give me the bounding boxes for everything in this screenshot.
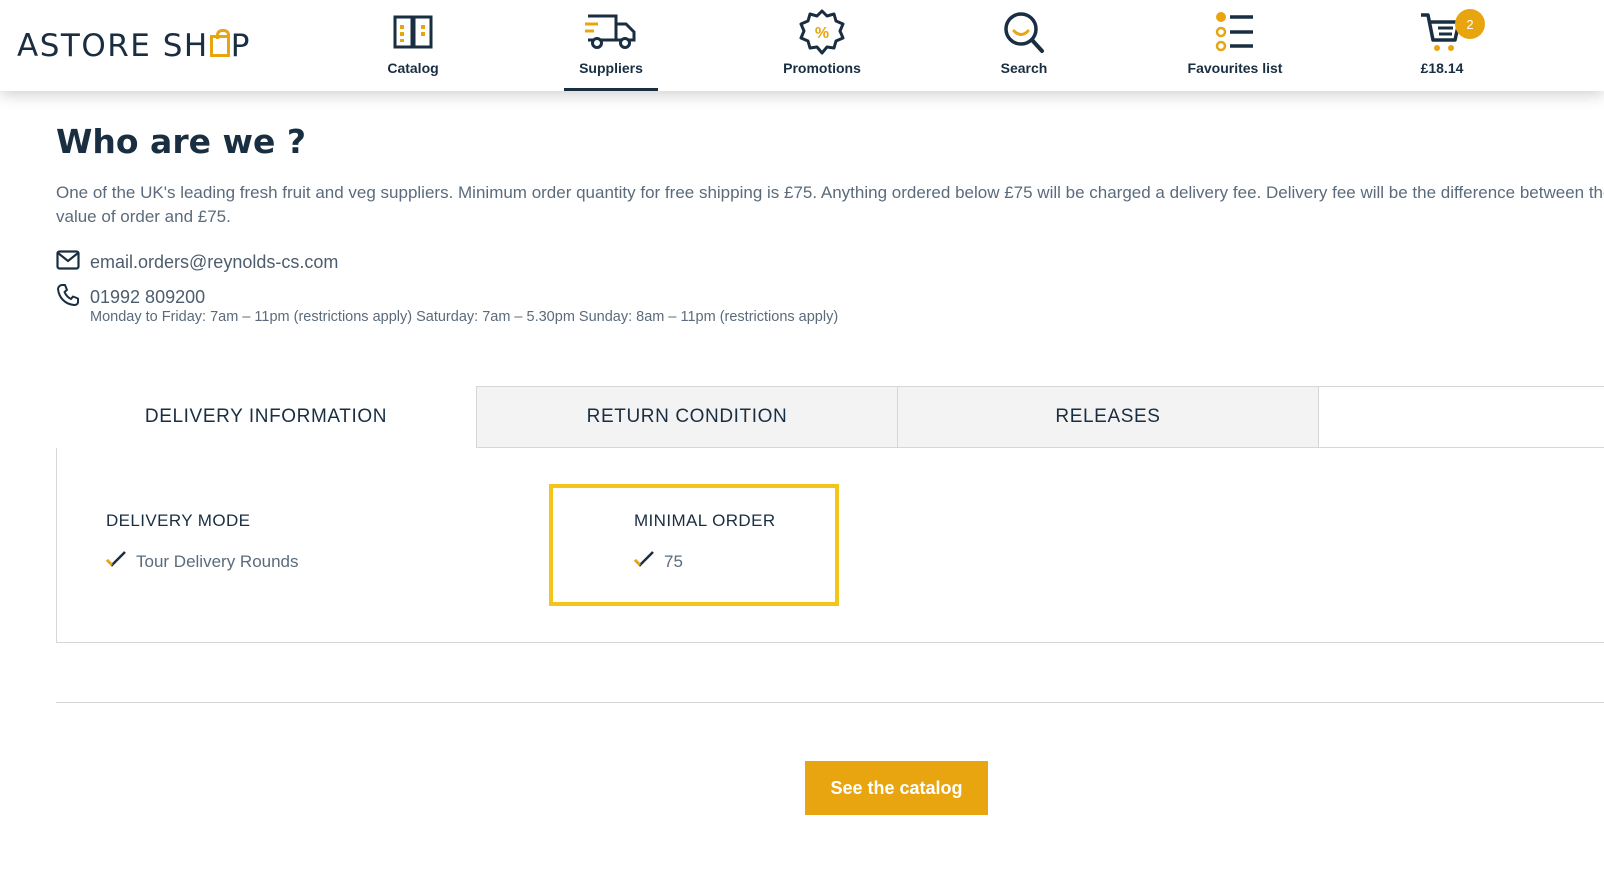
nav-suppliers[interactable]: Suppliers <box>564 0 658 91</box>
minimal-order-highlight <box>549 484 839 606</box>
nav-label: Suppliers <box>579 60 643 76</box>
promotion-badge-icon: % <box>798 9 846 55</box>
supplier-description: One of the UK's leading fresh fruit and … <box>56 183 1604 226</box>
search-icon <box>1002 10 1046 54</box>
supplier-phone[interactable]: 01992 809200 <box>90 287 205 308</box>
email-row: email.orders@reynolds-cs.com <box>56 250 338 275</box>
shopping-bag-icon <box>209 29 230 57</box>
section-divider <box>56 702 1604 703</box>
tab-return-condition[interactable]: RETURN CONDITION <box>476 386 898 448</box>
phone-icon <box>56 283 80 312</box>
top-navigation-bar: ASTORE SH P Catalog Suppliers % Promotio… <box>0 0 1604 91</box>
check-icon <box>106 551 126 572</box>
delivery-mode-title: DELIVERY MODE <box>106 511 251 530</box>
opening-hours: Monday to Friday: 7am – 11pm (restrictio… <box>90 309 839 325</box>
nav-search[interactable]: Search <box>996 0 1052 91</box>
nav-label: Promotions <box>783 60 861 76</box>
svg-text:%: % <box>815 25 829 42</box>
page-title: Who are we ? <box>56 122 306 161</box>
nav-promotions[interactable]: % Promotions <box>780 0 864 91</box>
cart-count-badge: 2 <box>1455 9 1485 39</box>
phone-row: 01992 809200 <box>56 283 205 312</box>
delivery-truck-icon <box>584 10 638 54</box>
check-icon <box>634 551 654 572</box>
see-catalog-button[interactable]: See the catalog <box>805 761 988 815</box>
delivery-mode-value: Tour Delivery Rounds <box>106 551 299 572</box>
tab-baseline <box>1318 447 1604 448</box>
store-logo[interactable]: ASTORE SH P <box>17 28 251 64</box>
nav-label: Favourites list <box>1187 60 1283 76</box>
mail-icon <box>56 250 80 275</box>
nav-favourites[interactable]: Favourites list <box>1183 0 1287 91</box>
supplier-email-link[interactable]: email.orders@reynolds-cs.com <box>90 252 338 273</box>
cart-total: £18.14 <box>1420 60 1464 76</box>
catalog-book-icon <box>392 10 434 54</box>
favourites-list-icon <box>1215 10 1255 54</box>
minimal-order-title: MINIMAL ORDER <box>634 511 776 530</box>
minimal-order-value: 75 <box>634 551 683 572</box>
tab-releases[interactable]: RELEASES <box>897 386 1319 448</box>
nav-label: Catalog <box>387 60 439 76</box>
tab-delivery-information[interactable]: DELIVERY INFORMATION <box>56 386 476 448</box>
nav-catalog[interactable]: Catalog <box>378 0 448 91</box>
nav-label: Search <box>1000 60 1048 76</box>
